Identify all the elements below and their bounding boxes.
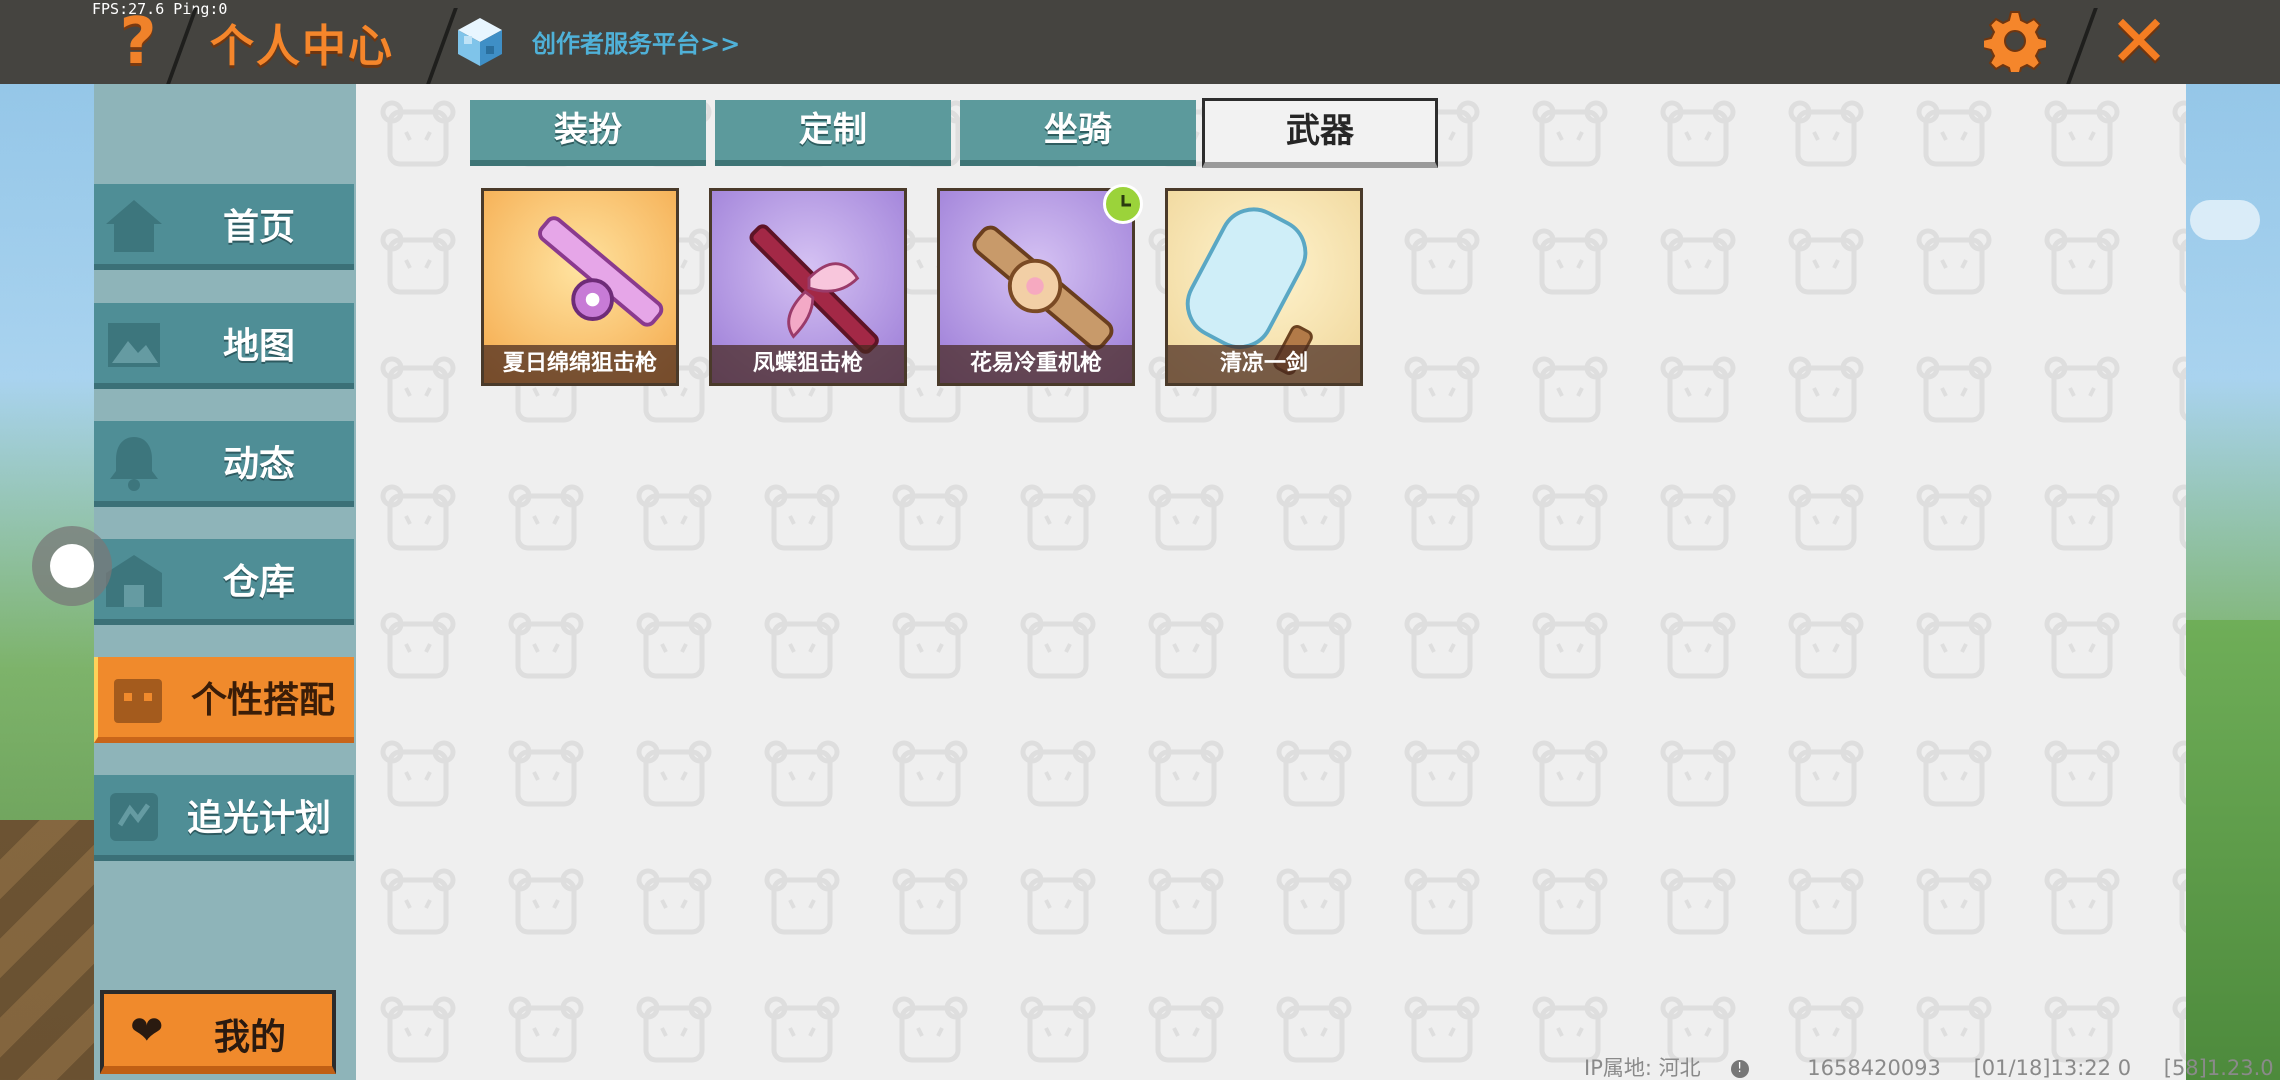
item-name: 夏日绵绵狙击枪 — [484, 345, 676, 383]
floating-assist-ball[interactable] — [32, 526, 112, 606]
sidebar-item-warehouse[interactable]: 仓库 — [94, 539, 354, 625]
item-name: 花易冷重机枪 — [940, 345, 1132, 383]
item-card[interactable]: 清凉一剑 — [1165, 188, 1363, 386]
creator-platform-link[interactable]: 创作者服务平台>> — [532, 24, 740, 59]
gear-icon[interactable] — [1984, 10, 2046, 72]
cube-icon[interactable] — [456, 16, 504, 68]
info-icon[interactable]: ! — [1730, 1060, 1749, 1078]
sidebar-item-label: 个性搭配 — [190, 680, 335, 721]
plan-icon — [110, 793, 158, 841]
map-icon — [108, 323, 160, 367]
help-button[interactable]: ? — [112, 5, 164, 79]
ip-location: IP属地: 河北! — [1584, 1056, 1775, 1080]
sidebar-item-label: 仓库 — [222, 562, 295, 603]
tab-custom[interactable]: 定制 — [715, 100, 951, 166]
footer-info: IP属地: 河北! 1658420093 [01/18]13:22 0 [58]… — [1584, 1052, 2280, 1080]
warehouse-icon — [106, 555, 162, 607]
limited-time-clock-icon — [1103, 184, 1143, 224]
tab-weapon[interactable]: 武器 — [1202, 98, 1438, 168]
sidebar-item-label: 追光计划 — [186, 798, 331, 839]
mine-button[interactable]: ❤ 我的 — [100, 990, 336, 1074]
sidebar-item-label: 地图 — [222, 326, 295, 367]
sidebar-item-feed[interactable]: 动态 — [94, 421, 354, 507]
page-title: 个人中心 — [210, 21, 394, 72]
background-terrain-left — [0, 820, 95, 1080]
sidebar-item-outfit[interactable]: 个性搭配 — [94, 657, 354, 743]
divider — [166, 8, 198, 84]
background-terrain-right — [2185, 620, 2280, 1080]
date-time: [01/18]13:22 0 — [1973, 1056, 2132, 1080]
item-card[interactable]: 凤蝶狙击枪 — [709, 188, 907, 386]
close-icon: ✕ — [2108, 0, 2170, 83]
outfit-icon — [114, 679, 162, 723]
floating-ball-center — [50, 544, 94, 588]
top-bar: FPS:27.6 Ping:0 ? 个人中心 创作者服务平台>> ✕ — [0, 0, 2280, 84]
sidebar-item-plan[interactable]: 追光计划 — [94, 775, 354, 861]
item-card[interactable]: 夏日绵绵狙击枪 — [481, 188, 679, 386]
item-name: 清凉一剑 — [1168, 345, 1360, 383]
heart-icon: ❤ — [130, 1008, 164, 1054]
user-id: 1658420093 — [1807, 1056, 1941, 1080]
sidebar-item-label: 动态 — [222, 444, 295, 485]
version: [58]1.23.0 — [2163, 1056, 2274, 1080]
bell-icon — [110, 437, 158, 491]
sidebar-item-map[interactable]: 地图 — [94, 303, 354, 389]
sidebar-item-label: 首页 — [222, 207, 295, 248]
question-icon: ? — [119, 5, 157, 79]
mine-label: 我的 — [214, 1017, 287, 1058]
item-name: 凤蝶狙击枪 — [712, 345, 904, 383]
tab-outfit[interactable]: 装扮 — [470, 100, 706, 166]
home-icon — [106, 200, 162, 252]
sidebar-item-home[interactable]: 首页 — [94, 184, 354, 270]
close-button[interactable]: ✕ — [2106, 5, 2172, 77]
divider — [426, 8, 458, 84]
background-cloud — [2190, 200, 2260, 240]
tab-mount[interactable]: 坐骑 — [960, 100, 1196, 166]
divider — [2066, 8, 2098, 84]
